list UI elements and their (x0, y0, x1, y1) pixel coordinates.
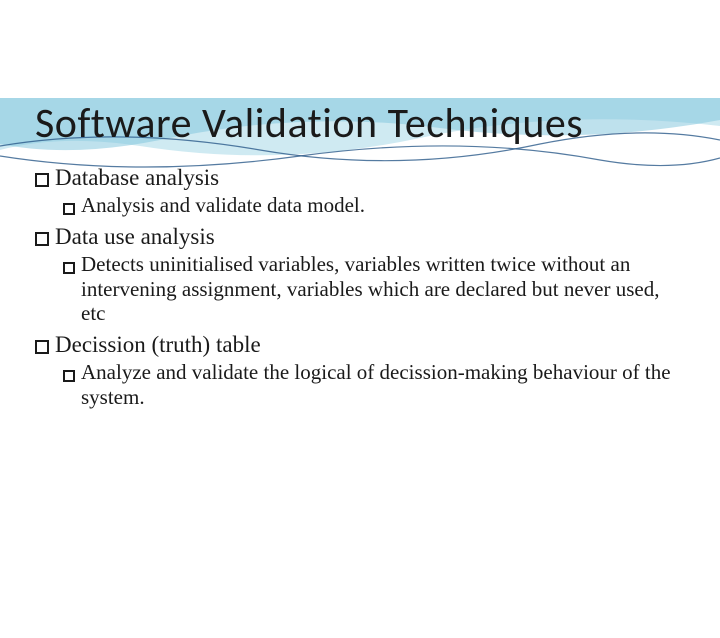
square-bullet-icon (35, 232, 49, 246)
square-bullet-icon (63, 262, 75, 274)
bullet-item: Data use analysis (35, 224, 685, 250)
sub-bullet-label: Analyze and validate the logical of deci… (81, 360, 685, 410)
bullet-label: Database analysis (55, 165, 685, 191)
bullet-item: Decission (truth) table (35, 332, 685, 358)
bullet-label: Decission (truth) table (55, 332, 685, 358)
square-bullet-icon (35, 173, 49, 187)
sub-bullet-label: Analysis and validate data model. (81, 193, 685, 218)
sub-bullet-item: Analysis and validate data model. (63, 193, 685, 218)
bullet-label: Data use analysis (55, 224, 685, 250)
square-bullet-icon (63, 203, 75, 215)
slide-content: Software Validation Techniques Database … (0, 98, 720, 410)
slide-title: Software Validation Techniques (35, 98, 685, 149)
sub-bullet-item: Analyze and validate the logical of deci… (63, 360, 685, 410)
square-bullet-icon (63, 370, 75, 382)
sub-bullet-label: Detects uninitialised variables, variabl… (81, 252, 685, 326)
bullet-item: Database analysis (35, 165, 685, 191)
sub-bullet-item: Detects uninitialised variables, variabl… (63, 252, 685, 326)
square-bullet-icon (35, 340, 49, 354)
